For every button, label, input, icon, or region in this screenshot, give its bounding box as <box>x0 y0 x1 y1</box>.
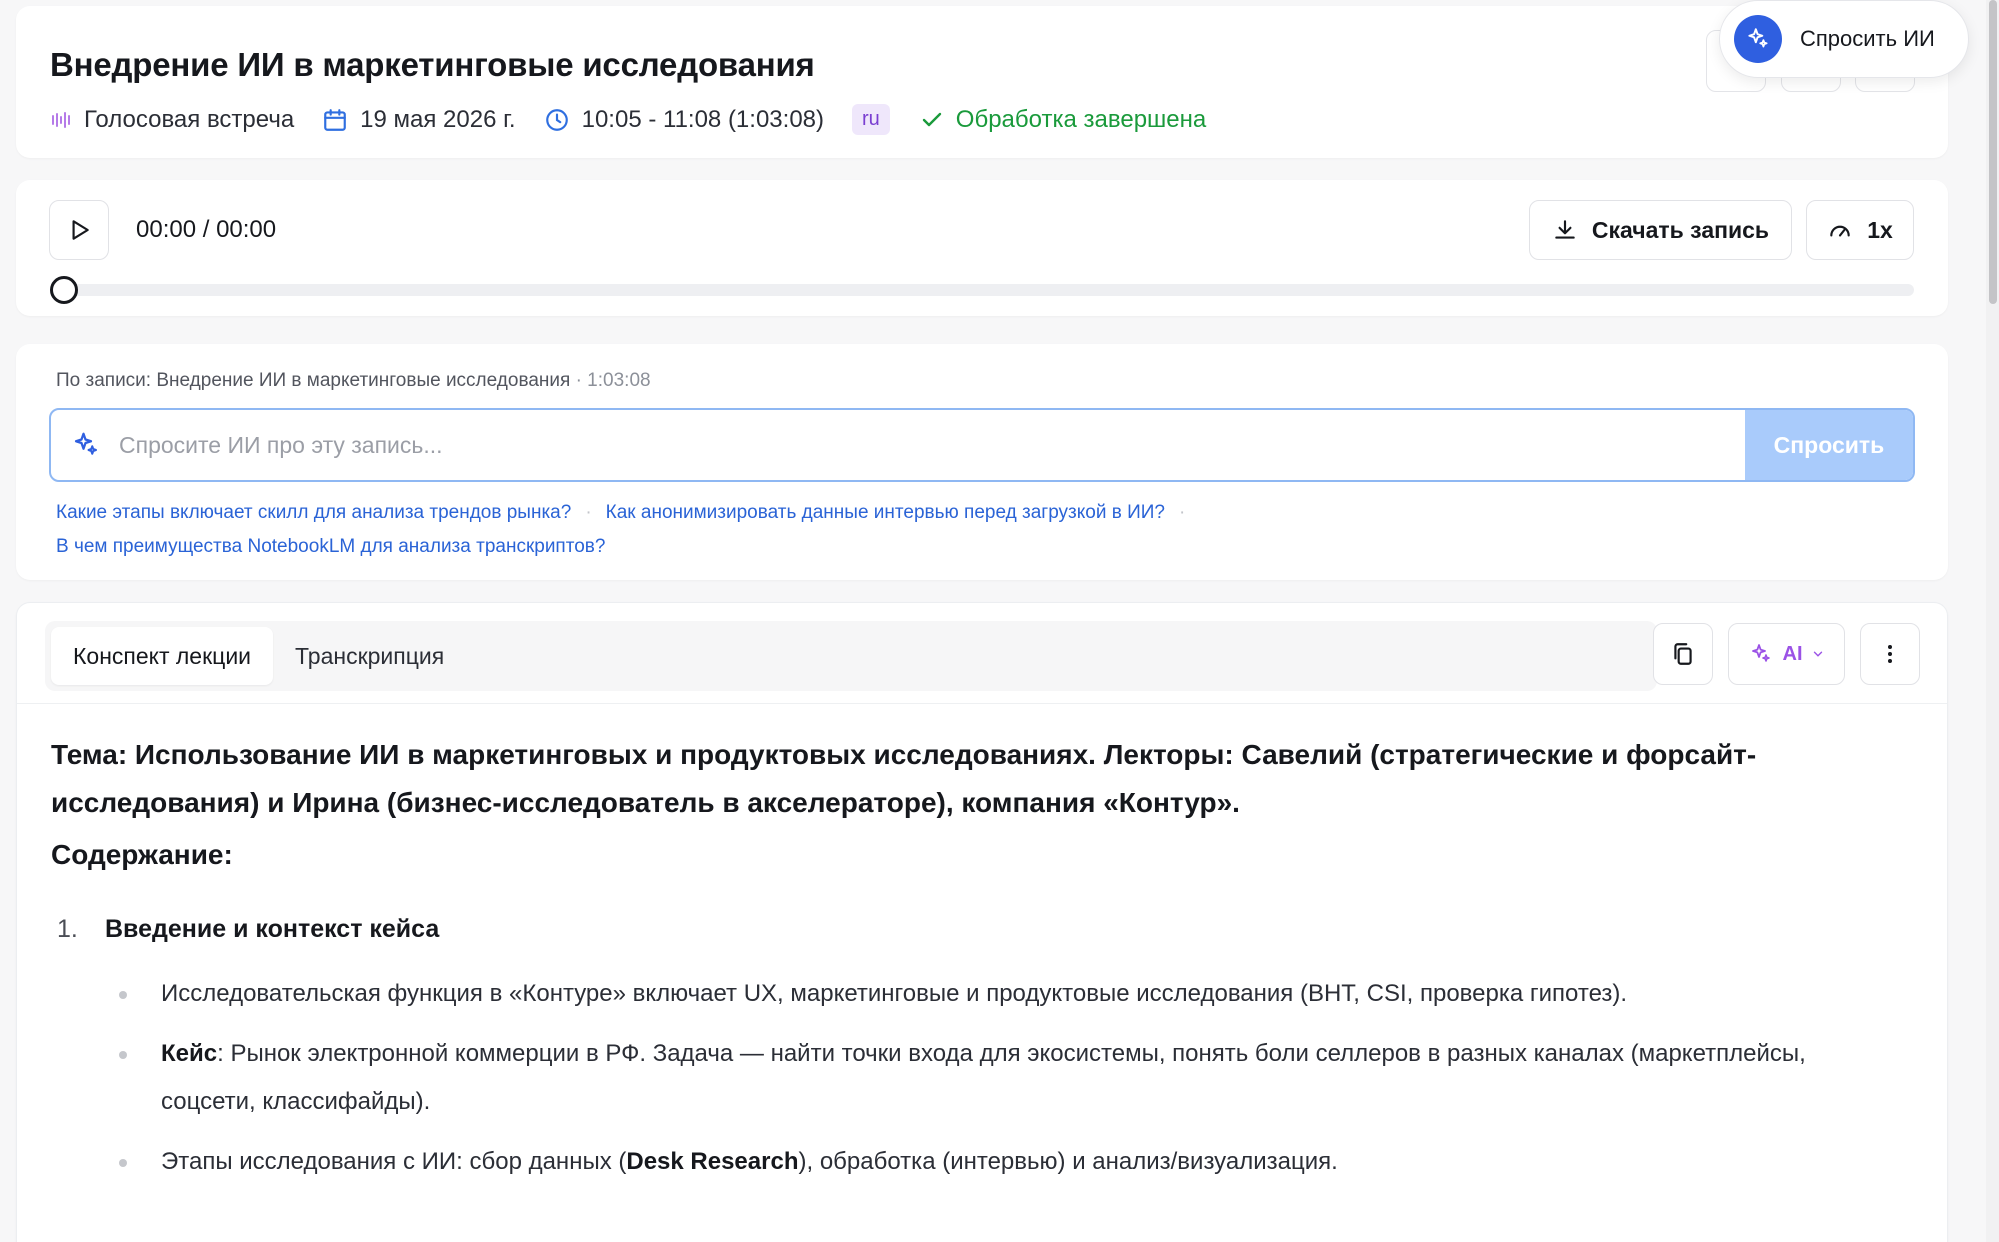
processing-status: Обработка завершена <box>920 106 1206 134</box>
status-label: Обработка завершена <box>955 105 1207 133</box>
notes-panel: Конспект лекции Транскрипция AI Тема: Ис… <box>16 602 1948 1242</box>
meeting-date: 19 мая 2026 г. <box>322 105 516 134</box>
bullet-item: Исследовательская функция в «Контуре» вк… <box>111 970 1901 1018</box>
bullet-item: Кейс: Рынок электронной коммерции в РФ. … <box>111 1030 1901 1126</box>
language-badge: ru <box>852 104 890 135</box>
speed-label: 1x <box>1867 216 1893 243</box>
ask-submit-button[interactable]: Спросить <box>1745 410 1913 480</box>
notes-topic: Тема: Использование ИИ в маркетинговых и… <box>51 739 1757 818</box>
gauge-icon <box>1830 225 1850 237</box>
audio-player: 00:00 / 00:00 Скачать запись 1x <box>16 180 1948 316</box>
suggestion-link-1[interactable]: Какие этапы включает скилл для анализа т… <box>56 502 571 523</box>
ask-input[interactable] <box>119 431 1745 459</box>
page-scrollbar[interactable] <box>1986 0 1999 1242</box>
ask-ai-panel: По записи: Внедрение ИИ в маркетинговые … <box>16 344 1948 580</box>
playback-time: 00:00 / 00:00 <box>136 216 277 243</box>
copy-icon <box>1674 643 1692 665</box>
meeting-time: 10:05 - 11:08 (1:03:08) <box>544 106 824 134</box>
progress-thumb[interactable] <box>50 276 78 304</box>
download-icon <box>1555 220 1575 239</box>
ask-context-label: По записи: Внедрение ИИ в маркетинговые … <box>56 370 571 391</box>
bullet-text: ), обработка (интервью) и анализ/визуали… <box>798 1148 1338 1175</box>
section-number: 1. <box>57 915 78 943</box>
section-bullets: Исследовательская функция в «Контуре» вк… <box>51 970 1901 1186</box>
download-recording-button[interactable]: Скачать запись <box>1529 200 1792 260</box>
ai-menu-button[interactable]: AI <box>1728 623 1845 685</box>
ask-ai-floating-button[interactable]: Спросить ИИ <box>1719 0 1969 78</box>
ask-ai-label: Спросить ИИ <box>1800 26 1935 51</box>
ask-context-duration: · 1:03:08 <box>575 370 651 391</box>
header-card: Внедрение ИИ в маркетинговые исследовани… <box>16 6 1948 158</box>
scrollbar-thumb[interactable] <box>1989 0 1997 304</box>
download-label: Скачать запись <box>1591 216 1770 243</box>
bullet-text: Исследовательская функция в «Контуре» вк… <box>161 980 1628 1007</box>
meeting-type: Голосовая встреча <box>50 106 294 134</box>
more-vertical-icon <box>1888 645 1892 663</box>
ask-context: По записи: Внедрение ИИ в маркетинговые … <box>56 370 651 392</box>
sparkle-icon <box>1751 644 1770 662</box>
notes-content: Тема: Использование ИИ в маркетинговых и… <box>51 731 1901 1198</box>
meeting-type-label: Голосовая встреча <box>84 105 295 133</box>
chevron-down-icon <box>1813 651 1822 657</box>
play-button[interactable] <box>49 200 109 260</box>
notes-tab-bar: Конспект лекции Транскрипция <box>45 621 1657 691</box>
bullet-text: : Рынок электронной коммерции в РФ. Зада… <box>161 1040 1806 1115</box>
tab-transcription[interactable]: Транскрипция <box>273 627 466 685</box>
ask-input-box: Спросить <box>49 408 1915 482</box>
play-icon <box>72 220 89 240</box>
copy-button[interactable] <box>1653 623 1713 685</box>
separator-dot: · <box>1179 502 1186 523</box>
playback-speed-button[interactable]: 1x <box>1806 200 1914 260</box>
suggestion-link-2[interactable]: Как анонимизировать данные интервью пере… <box>606 502 1165 523</box>
meta-row: Голосовая встреча 19 мая 2026 г. 10:05 -… <box>50 104 1234 135</box>
progress-slider[interactable] <box>50 276 1914 304</box>
separator-dot: · <box>585 502 592 523</box>
bullet-text: Этапы исследования с ИИ: сбор данных ( <box>161 1148 627 1175</box>
voice-wave-icon <box>52 111 70 128</box>
calendar-icon <box>324 108 347 131</box>
notes-divider <box>17 703 1947 704</box>
meeting-time-label: 10:05 - 11:08 (1:03:08) <box>581 105 824 133</box>
clock-icon <box>545 108 568 131</box>
tab-lecture-notes[interactable]: Конспект лекции <box>51 627 274 685</box>
sparkle-icon <box>1734 15 1782 63</box>
page-title: Внедрение ИИ в маркетинговые исследовани… <box>50 46 815 83</box>
contents-heading: Содержание: <box>51 839 233 870</box>
sparkle-icon <box>71 430 101 460</box>
bullet-bold-text: Desk Research <box>626 1148 799 1175</box>
meeting-date-label: 19 мая 2026 г. <box>360 105 516 133</box>
bullet-bold-text: Кейс <box>161 1040 218 1067</box>
section-title: Введение и контекст кейса <box>105 915 440 943</box>
check-icon <box>922 112 941 126</box>
suggested-questions: Какие этапы включает скилл для анализа т… <box>56 496 1916 564</box>
ai-menu-label: AI <box>1782 642 1803 665</box>
section-item: 1. Введение и контекст кейса <box>51 915 1901 944</box>
more-options-button[interactable] <box>1860 623 1920 685</box>
bullet-item: Этапы исследования с ИИ: сбор данных (De… <box>111 1138 1901 1186</box>
suggestion-link-3[interactable]: В чем преимущества NotebookLM для анализ… <box>56 536 605 557</box>
